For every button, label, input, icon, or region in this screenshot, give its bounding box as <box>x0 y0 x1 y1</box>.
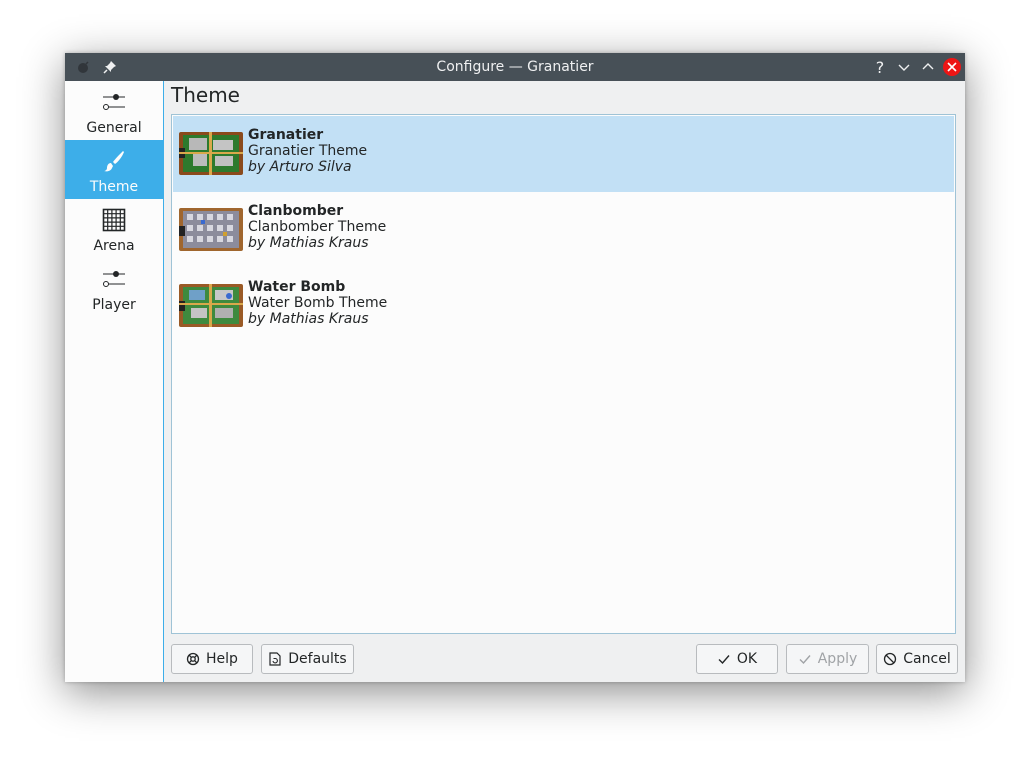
theme-author: by Mathias Kraus <box>248 311 369 327</box>
sliders-icon <box>103 94 125 110</box>
chevron-down-icon <box>898 64 910 71</box>
sidebar-item-label: Theme <box>89 179 139 195</box>
checkmark-icon <box>717 652 731 666</box>
theme-author: by Arturo Silva <box>248 159 352 175</box>
sidebar-item-arena[interactable]: Arena <box>65 199 163 258</box>
sidebar-item-label: General <box>86 120 142 136</box>
theme-preview-image <box>179 132 243 175</box>
lifebuoy-icon <box>186 652 200 666</box>
theme-list[interactable]: Granatier Granatier Theme by Arturo Silv… <box>171 114 956 634</box>
page-title: Theme <box>171 83 240 107</box>
grid-icon <box>102 208 126 232</box>
theme-item-clanbomber[interactable]: Clanbomber Clanbomber Theme by Mathias K… <box>173 192 954 268</box>
apply-button-label: Apply <box>817 651 858 667</box>
sidebar-item-label: Player <box>92 297 136 313</box>
ok-button-label: OK <box>736 651 758 667</box>
theme-name: Water Bomb <box>248 279 346 295</box>
theme-description: Water Bomb Theme <box>248 295 388 311</box>
help-button-label: Help <box>206 651 238 667</box>
window-title: Configure — Granatier <box>436 59 594 75</box>
theme-text: Granatier Granatier Theme by Arturo Silv… <box>248 127 367 175</box>
sidebar-item-general[interactable]: General <box>65 81 163 140</box>
cancel-icon <box>883 652 897 666</box>
sidebar-item-theme[interactable]: Theme <box>65 140 163 199</box>
theme-author: by Mathias Kraus <box>248 235 369 251</box>
theme-preview-image <box>179 208 243 251</box>
defaults-button-label: Defaults <box>288 651 347 667</box>
theme-description: Granatier Theme <box>248 143 368 159</box>
chevron-up-icon <box>922 63 934 70</box>
sidebar-item-player[interactable]: Player <box>65 258 163 317</box>
close-button[interactable] <box>943 58 961 76</box>
ok-button[interactable]: OK <box>696 644 778 674</box>
apply-button[interactable]: Apply <box>786 644 869 674</box>
configure-dialog: Configure — Granatier ? General Theme Ar… <box>65 53 965 682</box>
theme-text: Clanbomber Clanbomber Theme by Mathias K… <box>248 203 386 251</box>
brush-icon <box>104 151 124 172</box>
defaults-button[interactable]: Defaults <box>261 644 354 674</box>
document-revert-icon <box>268 652 282 666</box>
help-button[interactable]: Help <box>171 644 253 674</box>
theme-item-granatier[interactable]: Granatier Granatier Theme by Arturo Silv… <box>173 116 954 192</box>
theme-text: Water Bomb Water Bomb Theme by Mathias K… <box>248 279 387 327</box>
title-bar[interactable]: Configure — Granatier ? <box>65 53 965 81</box>
context-help-button[interactable]: ? <box>871 57 889 77</box>
sliders-icon <box>103 271 125 287</box>
theme-name: Granatier <box>248 127 324 143</box>
close-icon <box>947 62 957 72</box>
minimize-button[interactable] <box>895 58 913 76</box>
titlebar-right-controls: ? <box>871 57 961 77</box>
checkmark-icon <box>798 652 812 666</box>
cancel-button-label: Cancel <box>903 651 951 667</box>
theme-name: Clanbomber <box>248 203 344 219</box>
maximize-button[interactable] <box>919 58 937 76</box>
theme-description: Clanbomber Theme <box>248 219 387 235</box>
question-icon: ? <box>875 57 885 77</box>
theme-item-water-bomb[interactable]: Water Bomb Water Bomb Theme by Mathias K… <box>173 268 954 344</box>
theme-preview-image <box>179 284 243 327</box>
page-sidebar: General Theme Arena Player <box>65 81 164 682</box>
sidebar-item-label: Arena <box>93 238 135 254</box>
cancel-button[interactable]: Cancel <box>876 644 958 674</box>
